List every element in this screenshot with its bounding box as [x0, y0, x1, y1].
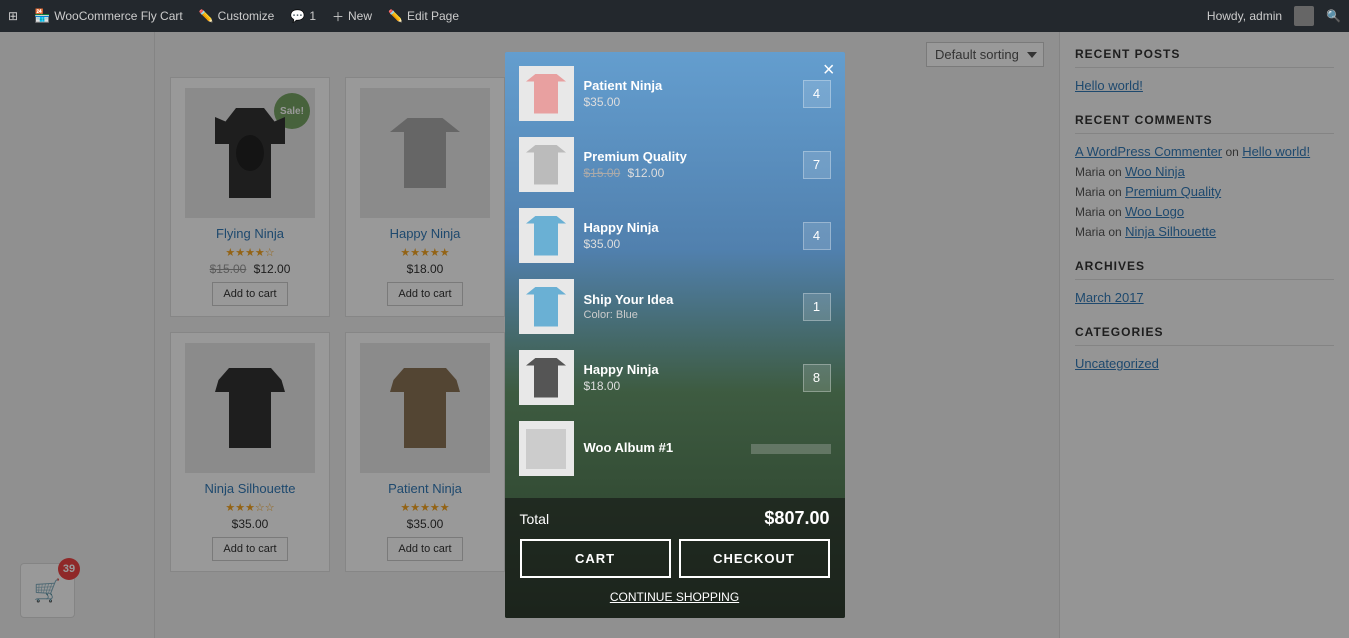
admin-bar-right: Howdy, admin 🔍 — [1207, 6, 1341, 26]
cart-item-qty: 4 — [803, 80, 831, 108]
customize-item[interactable]: ✏️ Customize — [199, 9, 275, 23]
cart-item-thumbnail — [519, 66, 574, 121]
cart-item-info: Happy Ninja $18.00 — [584, 362, 803, 393]
price-current: $12.00 — [628, 166, 665, 180]
cart-items-list: Patient Ninja $35.00 4 Premium Quality $… — [505, 52, 845, 498]
product-thumbnail-icon — [526, 429, 566, 469]
cart-item-info: Woo Album #1 — [584, 440, 751, 457]
cart-item-thumbnail — [519, 137, 574, 192]
cart-total: Total $807.00 — [520, 508, 830, 529]
customize-label: Customize — [218, 9, 275, 23]
product-thumbnail-icon — [526, 216, 566, 256]
cart-item-info: Happy Ninja $35.00 — [584, 220, 803, 251]
cart-item-qty: 8 — [803, 364, 831, 392]
cart-buttons: CART CHECKOUT — [520, 539, 830, 578]
cart-item-name: Ship Your Idea — [584, 292, 803, 307]
cart-item-color: Color: Blue — [584, 309, 803, 321]
cart-item: Woo Album #1 — [515, 417, 835, 480]
continue-shopping-button[interactable]: CONTINUE SHOPPING — [520, 586, 830, 608]
cart-item-info: Premium Quality $15.00 $12.00 — [584, 149, 803, 180]
close-button[interactable]: × — [823, 60, 835, 80]
cart-item-price: $35.00 — [584, 95, 803, 109]
cart-item-name: Happy Ninja — [584, 362, 803, 377]
scroll-indicator — [751, 444, 831, 454]
cart-item-price: $15.00 $12.00 — [584, 166, 803, 180]
comments-item[interactable]: 💬 1 — [290, 9, 316, 23]
cart-item-thumbnail — [519, 350, 574, 405]
cart-item-qty: 4 — [803, 222, 831, 250]
cart-item-info: Ship Your Idea Color: Blue — [584, 292, 803, 321]
cart-item-name: Woo Album #1 — [584, 440, 751, 455]
product-thumbnail-icon — [526, 74, 566, 114]
cart-item-name: Patient Ninja — [584, 78, 803, 93]
cart-item-qty: 7 — [803, 151, 831, 179]
edit-page-item[interactable]: ✏️ Edit Page — [388, 9, 459, 23]
wp-logo[interactable]: ⊞ — [8, 9, 18, 23]
cart-item: Happy Ninja $18.00 8 — [515, 346, 835, 409]
cart-item: Ship Your Idea Color: Blue 1 — [515, 275, 835, 338]
cart-item-thumbnail — [519, 421, 574, 476]
wp-icon: ⊞ — [8, 9, 18, 23]
cart-item: Premium Quality $15.00 $12.00 7 — [515, 133, 835, 196]
price-old: $15.00 — [584, 166, 621, 180]
avatar — [1294, 6, 1314, 26]
site-name-item[interactable]: 🏪 WooCommerce Fly Cart — [34, 8, 183, 24]
admin-bar: ⊞ 🏪 WooCommerce Fly Cart ✏️ Customize 💬 … — [0, 0, 1349, 32]
howdy-text: Howdy, admin — [1207, 9, 1282, 23]
cart-item-name: Premium Quality — [584, 149, 803, 164]
product-thumbnail-icon — [526, 358, 566, 398]
product-thumbnail-icon — [526, 145, 566, 185]
new-label: New — [348, 9, 372, 23]
cart-item: Happy Ninja $35.00 4 — [515, 204, 835, 267]
cart-item-name: Happy Ninja — [584, 220, 803, 235]
product-thumbnail-icon — [526, 287, 566, 327]
new-item[interactable]: ＋ New — [332, 8, 372, 25]
cart-item-info: Patient Ninja $35.00 — [584, 78, 803, 109]
site-name-label: WooCommerce Fly Cart — [54, 9, 182, 23]
comments-count: 1 — [309, 9, 316, 23]
cart-item: Patient Ninja $35.00 4 — [515, 62, 835, 125]
cart-button[interactable]: CART — [520, 539, 671, 578]
page-background: Default sorting Sale! Flying Ninja ★★★★☆… — [0, 32, 1349, 638]
total-label: Total — [520, 511, 550, 527]
checkout-button[interactable]: CHECKOUT — [679, 539, 830, 578]
cart-item-thumbnail — [519, 279, 574, 334]
edit-page-label: Edit Page — [407, 9, 459, 23]
cart-footer: Total $807.00 CART CHECKOUT CONTINUE SHO… — [505, 498, 845, 618]
cart-item-qty: 1 — [803, 293, 831, 321]
cart-item-price: $35.00 — [584, 237, 803, 251]
search-icon[interactable]: 🔍 — [1326, 9, 1341, 23]
fly-cart-modal: × Patient Ninja $35.00 4 — [505, 52, 845, 618]
fly-cart-overlay: × Patient Ninja $35.00 4 — [0, 32, 1349, 638]
cart-item-price: $18.00 — [584, 379, 803, 393]
total-amount: $807.00 — [764, 508, 829, 529]
cart-item-thumbnail — [519, 208, 574, 263]
